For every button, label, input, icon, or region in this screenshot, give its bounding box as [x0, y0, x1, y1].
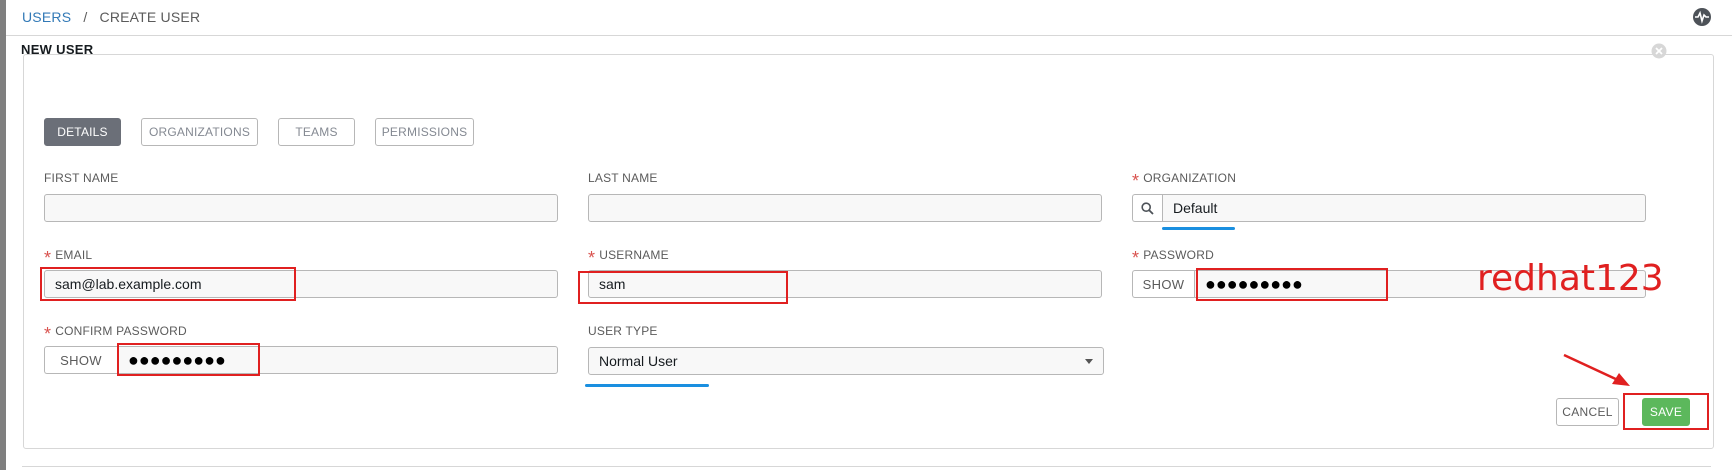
breadcrumb-users-link[interactable]: USERS	[22, 9, 71, 25]
organization-label: * ORGANIZATION	[1132, 171, 1237, 191]
annotation-arrow-icon	[1563, 353, 1630, 386]
user-type-selected: Normal User	[599, 353, 678, 369]
user-type-select[interactable]: Normal User	[588, 347, 1104, 375]
organization-lookup[interactable]: Default	[1132, 194, 1646, 222]
search-icon	[1141, 201, 1154, 215]
required-asterisk: *	[44, 248, 52, 268]
email-label: * EMAIL	[44, 248, 93, 268]
username-label: * USERNAME	[588, 248, 669, 268]
first-name-label: FIRST NAME	[44, 171, 119, 185]
tab-organizations[interactable]: ORGANIZATIONS	[141, 118, 258, 146]
breadcrumb: USERS / CREATE USER	[22, 9, 200, 25]
confirm-password-field[interactable]: SHOW ●●●●●●●●●	[44, 346, 558, 374]
confirm-password-label: * CONFIRM PASSWORD	[44, 324, 187, 344]
new-user-panel	[23, 54, 1714, 449]
breadcrumb-separator: /	[83, 9, 88, 25]
panel-title: NEW USER	[21, 42, 94, 57]
chevron-down-icon	[1085, 359, 1093, 364]
tab-permissions[interactable]: PERMISSIONS	[375, 118, 474, 146]
required-asterisk: *	[1132, 248, 1140, 268]
required-asterisk: *	[588, 248, 596, 268]
password-label: * PASSWORD	[1132, 248, 1214, 268]
first-name-input[interactable]	[44, 194, 558, 222]
required-asterisk: *	[1132, 171, 1140, 191]
email-input[interactable]: sam@lab.example.com	[44, 270, 558, 298]
required-asterisk: *	[44, 324, 52, 344]
password-show-button[interactable]: SHOW	[1132, 270, 1194, 298]
top-bar: USERS / CREATE USER	[6, 0, 1732, 36]
organization-search-button[interactable]	[1132, 194, 1162, 222]
last-name-input[interactable]	[588, 194, 1102, 222]
user-type-label: USER TYPE	[588, 324, 658, 338]
organization-input[interactable]: Default	[1162, 194, 1646, 222]
activity-icon[interactable]	[1692, 7, 1712, 27]
breadcrumb-current: CREATE USER	[99, 9, 201, 25]
annotation-password-note: redhat123	[1477, 258, 1664, 299]
password-masked-value: ●●●●●●●●●	[1205, 273, 1303, 294]
username-input[interactable]: sam	[588, 270, 1102, 298]
content-area	[6, 36, 1732, 470]
next-panel-edge	[22, 466, 1711, 471]
tab-teams[interactable]: TEAMS	[278, 118, 355, 146]
cancel-button[interactable]: CANCEL	[1556, 398, 1619, 426]
last-name-label: LAST NAME	[588, 171, 658, 185]
close-icon[interactable]	[1651, 43, 1667, 59]
save-button[interactable]: SAVE	[1642, 398, 1690, 426]
confirm-password-masked-value: ●●●●●●●●●	[128, 349, 226, 370]
confirm-password-input[interactable]: ●●●●●●●●●	[117, 346, 558, 374]
tab-details[interactable]: DETAILS	[44, 118, 121, 146]
confirm-password-show-button[interactable]: SHOW	[44, 346, 117, 374]
